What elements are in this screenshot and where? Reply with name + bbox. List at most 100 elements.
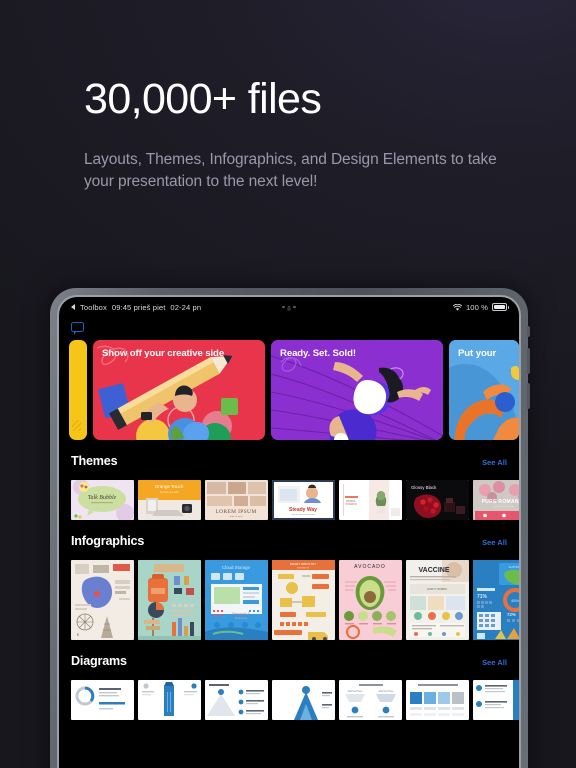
theme-thumb-minimal-interior: MINIMAL INTERIOR	[339, 480, 402, 520]
hero-card-creative[interactable]: Show off your creative side	[93, 340, 265, 440]
volume-down-button[interactable]	[527, 383, 530, 409]
svg-text:45%: 45%	[511, 598, 519, 603]
hero-card-title: Show off your creative side	[102, 348, 225, 359]
see-all-link-themes[interactable]: See All	[482, 458, 507, 467]
svg-text:Orange Touch: Orange Touch	[155, 484, 184, 489]
list-item[interactable]: Arrow Diagram	[272, 680, 335, 720]
svg-text:Tap into your best: Tap into your best	[160, 491, 179, 494]
list-item[interactable]: AVOCADO	[339, 560, 402, 640]
volume-up-button[interactable]	[527, 348, 530, 374]
speech-bubble-icon[interactable]	[71, 321, 84, 335]
svg-text:HOW IT WORKS: HOW IT WORKS	[427, 587, 447, 591]
svg-text:dolor sit amet: dolor sit amet	[229, 515, 243, 518]
tablet-screen: Toolbox 09:45 prieš piet 02-24 pn 100 %	[59, 297, 519, 768]
hero-card-title: Put your	[458, 348, 497, 359]
svg-text:Cloud Storage: Cloud Storage	[222, 565, 251, 570]
front-camera-icon	[287, 307, 291, 311]
back-app-label[interactable]: Toolbox	[80, 303, 107, 312]
svg-text:AUSTRALIA: AUSTRALIA	[509, 565, 519, 569]
theme-thumb-talk-bubble: Talk Bubble	[71, 480, 134, 520]
list-item[interactable]: AUSTRALIA 71% 45%	[473, 560, 519, 640]
infographic-thumb-vaccine: VACCINE HOW IT WORKS	[406, 560, 469, 640]
list-item[interactable]: Add Text Here Add Text Here Compare Diag…	[339, 680, 402, 720]
hero-card-peek[interactable]	[69, 340, 87, 440]
infographic-thumb-cloud-storage: Cloud Storage Personal & Business	[205, 560, 268, 640]
diagram-thumb-column	[138, 680, 201, 720]
list-item[interactable]: € France	[71, 560, 134, 640]
svg-text:INTERIOR: INTERIOR	[345, 503, 357, 506]
promo-header: 30,000+ files Layouts, Themes, Infograph…	[84, 74, 514, 193]
svg-text:€: €	[77, 633, 79, 637]
hero-card-sold[interactable]: Ready. Set. Sold!	[271, 340, 443, 440]
page-title: 30,000+ files	[84, 75, 322, 123]
diagram-thumb-circle	[71, 680, 134, 720]
back-arrow-icon[interactable]	[71, 304, 75, 310]
status-time: 09:45 prieš piet	[111, 302, 166, 312]
power-button[interactable]	[527, 326, 530, 337]
see-all-link-diagrams[interactable]: See All	[482, 658, 507, 667]
diagram-thumb-matrix	[406, 680, 469, 720]
status-bar-left[interactable]: Toolbox 09:45 prieš piet 02-24 pn	[71, 303, 282, 312]
svg-text:Steady Way: Steady Way	[289, 507, 317, 513]
hero-card-put-your[interactable]: Put your	[449, 340, 519, 440]
thumbnail-row-themes[interactable]: Talk Bubble Talk Bubble Orange Touch Tap…	[59, 480, 519, 520]
list-item[interactable]: Column Diagram	[138, 680, 201, 720]
svg-text:Glossy Black: Glossy Black	[411, 485, 437, 490]
list-item[interactable]: PURE ROMANCE presentation template PURE …	[473, 480, 519, 520]
svg-text:VACCINE: VACCINE	[419, 567, 450, 574]
hero-card-title: Ready. Set. Sold!	[280, 348, 356, 359]
infographic-thumb-travel	[138, 560, 201, 640]
list-item[interactable]: Cloud Storage Personal & Business	[205, 560, 268, 640]
list-item[interactable]: Circle Diagram	[71, 680, 134, 720]
svg-text:LOREM IPSUM: LOREM IPSUM	[215, 509, 256, 515]
list-item[interactable]: Matrix Diagram	[406, 680, 469, 720]
theme-thumb-orange-touch: Orange Touch Tap into your best	[138, 480, 201, 520]
svg-text:Talk Bubble: Talk Bubble	[88, 495, 117, 501]
list-item[interactable]: MINIMAL INTERIOR MINIMAL INTERIOR	[339, 480, 402, 520]
infographic-thumb-france: €	[71, 560, 134, 640]
infographic-thumb-australia: AUSTRALIA 71% 45%	[473, 560, 519, 640]
svg-text:72%: 72%	[507, 612, 516, 617]
svg-text:PURE ROMANCE: PURE ROMANCE	[482, 499, 519, 505]
infographic-thumb-process-flow: SMART INDUSTRY INNOVATION	[272, 560, 335, 640]
list-item[interactable]: Orange Touch Tap into your best Orange T…	[138, 480, 201, 520]
wifi-icon	[452, 303, 462, 311]
theme-thumb-lorem-ipsum: LOREM IPSUM dolor sit amet	[205, 480, 268, 520]
section-title: Infographics	[71, 534, 145, 548]
diagram-thumb-mountain	[205, 680, 268, 720]
svg-text:Business: Business	[235, 616, 248, 620]
hero-peek-decoration	[72, 420, 81, 431]
theme-thumb-steady-way: Steady Way Creative business template	[272, 480, 335, 520]
theme-thumb-glossy-black: Glossy Black	[406, 480, 469, 520]
list-item[interactable]: Travel	[138, 560, 201, 640]
battery-percent-label: 100 %	[465, 302, 488, 312]
hero-carousel[interactable]: Show off your creative side Ready. Set. …	[59, 336, 519, 440]
list-item[interactable]: Steady Way Creative business template St…	[272, 480, 335, 520]
section-header-themes: Themes See All	[59, 454, 519, 468]
thumbnail-row-infographics[interactable]: € France	[59, 560, 519, 640]
diagram-thumb-list	[473, 680, 519, 720]
screen-toolbar	[59, 317, 519, 336]
list-item[interactable]: LOREM IPSUM dolor sit amet LOREM IPSUM	[205, 480, 268, 520]
status-bar-right: 100 %	[296, 302, 509, 312]
section-title: Diagrams	[71, 654, 127, 668]
list-item[interactable]: Mountain Diagram	[205, 680, 268, 720]
tablet-device-frame: Toolbox 09:45 prieš piet 02-24 pn 100 %	[50, 288, 530, 768]
svg-text:Add Text Here: Add Text Here	[347, 690, 363, 693]
promo-subtitle: Layouts, Themes, Infographics, and Desig…	[84, 151, 497, 190]
list-item[interactable]: Talk Bubble Talk Bubble	[71, 480, 134, 520]
device-bezel: Toolbox 09:45 prieš piet 02-24 pn 100 %	[57, 295, 521, 768]
list-item[interactable]: List Diagram	[473, 680, 519, 720]
section-header-diagrams: Diagrams See All	[59, 654, 519, 668]
list-item[interactable]: SMART INDUSTRY INNOVATION	[272, 560, 335, 640]
infographic-thumb-avocado: AVOCADO	[339, 560, 402, 640]
svg-text:Add Text Here: Add Text Here	[378, 690, 394, 693]
list-item[interactable]: VACCINE HOW IT WORKS	[406, 560, 469, 640]
theme-thumb-pure-romance: PURE ROMANCE presentation template	[473, 480, 519, 520]
diagram-thumb-arrow	[272, 680, 335, 720]
thumbnail-row-diagrams[interactable]: Circle Diagram	[59, 680, 519, 720]
svg-text:SMART INDUSTRY: SMART INDUSTRY	[290, 562, 317, 566]
see-all-link-infographics[interactable]: See All	[482, 538, 507, 547]
list-item[interactable]: Glossy Black Glossy Black	[406, 480, 469, 520]
section-header-infographics: Infographics See All	[59, 534, 519, 548]
